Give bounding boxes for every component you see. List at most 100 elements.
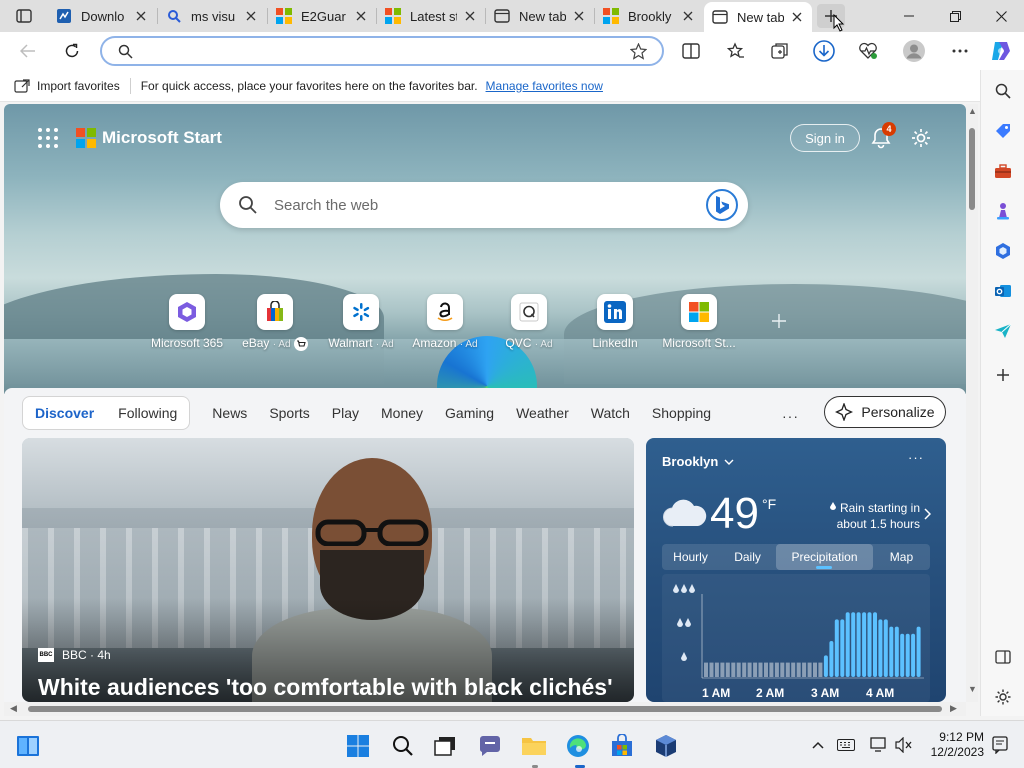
sidebar-add-button[interactable]	[992, 364, 1014, 386]
tab-following[interactable]: Following	[106, 396, 189, 430]
sidebar-microsoft365-button[interactable]	[992, 240, 1014, 262]
microsoft-store-taskbar-button[interactable]	[609, 733, 635, 759]
collections-button[interactable]	[766, 37, 794, 65]
add-quick-link-icon[interactable]	[770, 312, 788, 330]
tab-new-tab-1[interactable]: New tab	[486, 2, 594, 30]
quick-link-microsoft365[interactable]: Microsoft 365	[144, 294, 230, 350]
tab-downloads[interactable]: Downlo	[48, 2, 156, 30]
feed-more-button[interactable]: ···	[782, 408, 799, 424]
weather-more-button[interactable]: ···	[908, 450, 924, 465]
weather-tab-map[interactable]: Map	[873, 544, 930, 570]
brand-title[interactable]: Microsoft Start	[102, 128, 222, 148]
copilot-button[interactable]	[987, 37, 1015, 65]
bing-chat-button[interactable]	[706, 189, 738, 221]
close-tab-icon[interactable]	[463, 9, 477, 23]
close-tab-icon[interactable]	[134, 9, 148, 23]
edge-taskbar-button[interactable]	[565, 733, 591, 759]
volume-button[interactable]	[894, 735, 914, 755]
manage-favorites-link[interactable]: Manage favorites now	[486, 79, 603, 93]
web-search-input[interactable]	[274, 195, 674, 215]
gear-icon[interactable]	[910, 127, 932, 149]
tab-news[interactable]: News	[212, 405, 247, 421]
refresh-button[interactable]	[58, 37, 86, 65]
personalize-button[interactable]: Personalize	[824, 396, 946, 428]
favorites-button[interactable]	[722, 37, 750, 65]
story-headline[interactable]: White audiences 'too comfortable with bl…	[38, 674, 613, 701]
import-favorites-button[interactable]: Import favorites	[14, 79, 120, 93]
sidebar-tools-button[interactable]	[992, 160, 1014, 182]
web-search-box[interactable]	[220, 182, 748, 228]
show-hidden-icons-button[interactable]	[808, 735, 828, 755]
vertical-scrollbar[interactable]: ▲ ▼	[966, 104, 978, 702]
restore-button[interactable]	[932, 0, 978, 32]
close-tab-icon[interactable]	[354, 9, 368, 23]
tab-discover[interactable]: Discover	[23, 396, 106, 430]
tab-latest-stories[interactable]: Latest st	[377, 2, 485, 30]
sidebar-hide-button[interactable]	[992, 646, 1014, 668]
sidebar-settings-button[interactable]	[992, 686, 1014, 708]
sidebar-drop-button[interactable]	[992, 320, 1014, 342]
horizontal-scrollbar[interactable]: ◀ ▶	[4, 702, 966, 716]
weather-tab-daily[interactable]: Daily	[719, 544, 776, 570]
tab-sports[interactable]: Sports	[269, 405, 309, 421]
quick-link-ebay[interactable]: eBay · Ad	[232, 294, 318, 351]
keyboard-layout-button[interactable]	[836, 735, 856, 755]
close-tab-icon[interactable]	[790, 10, 804, 24]
address-bar[interactable]	[100, 36, 664, 66]
close-window-button[interactable]	[978, 0, 1024, 32]
tab-actions-button[interactable]	[8, 6, 40, 26]
sidebar-games-button[interactable]	[992, 200, 1014, 222]
favorite-star-icon[interactable]	[630, 43, 647, 60]
minimize-button[interactable]	[886, 0, 932, 32]
tab-weather[interactable]: Weather	[516, 405, 569, 421]
start-button[interactable]	[345, 733, 371, 759]
file-explorer-button[interactable]	[521, 733, 547, 759]
sidebar-shopping-button[interactable]	[992, 120, 1014, 142]
sign-in-button[interactable]: Sign in	[790, 124, 860, 152]
sidebar-outlook-button[interactable]	[992, 280, 1014, 302]
tab-brooklyn[interactable]: Brookly	[595, 2, 703, 30]
close-tab-icon[interactable]	[244, 9, 258, 23]
tab-money[interactable]: Money	[381, 405, 423, 421]
tab-shopping[interactable]: Shopping	[652, 405, 711, 421]
scroll-down-arrow-icon[interactable]: ▼	[968, 684, 977, 694]
weather-location-selector[interactable]: Brooklyn	[662, 454, 734, 469]
profile-button[interactable]	[900, 37, 928, 65]
close-tab-icon[interactable]	[681, 9, 695, 23]
close-tab-icon[interactable]	[572, 9, 586, 23]
settings-menu-button[interactable]	[946, 37, 974, 65]
top-story-card[interactable]: BBC BBC · 4h White audiences 'too comfor…	[22, 438, 634, 702]
scroll-right-arrow-icon[interactable]: ▶	[950, 703, 957, 714]
virtualbox-taskbar-button[interactable]	[653, 733, 679, 759]
weather-unit[interactable]: °F	[762, 496, 776, 512]
sidebar-search-button[interactable]	[992, 80, 1014, 102]
tab-gaming[interactable]: Gaming	[445, 405, 494, 421]
tab-play[interactable]: Play	[332, 405, 359, 421]
tab-new-tab-active[interactable]: New tab	[704, 2, 812, 32]
quick-link-qvc[interactable]: QVC · Ad	[486, 294, 572, 350]
scroll-left-arrow-icon[interactable]: ◀	[10, 703, 17, 714]
taskbar-clock[interactable]: 9:12 PM 12/2/2023	[918, 730, 984, 760]
notification-center-button[interactable]	[990, 735, 1010, 755]
scroll-up-arrow-icon[interactable]: ▲	[968, 106, 977, 116]
teams-chat-button[interactable]	[477, 733, 503, 759]
taskbar-search-button[interactable]	[390, 733, 416, 759]
chevron-right-icon[interactable]	[924, 508, 931, 520]
widgets-button[interactable]	[15, 733, 41, 759]
back-button[interactable]	[14, 37, 42, 65]
tab-watch[interactable]: Watch	[591, 405, 630, 421]
weather-card[interactable]: Brooklyn ··· 49 °F Rain starting in abou…	[646, 438, 946, 702]
network-status-button[interactable]	[869, 735, 889, 755]
horizontal-scroll-thumb[interactable]	[28, 706, 942, 712]
quick-link-amazon[interactable]: Amazon · Ad	[402, 294, 488, 350]
app-launcher-icon[interactable]	[38, 128, 58, 148]
weather-tab-hourly[interactable]: Hourly	[662, 544, 719, 570]
task-view-button[interactable]	[432, 733, 458, 759]
precipitation-alert[interactable]: Rain starting in about 1.5 hours	[814, 500, 920, 532]
tab-ms-visual-search[interactable]: ms visu	[158, 2, 266, 30]
quick-link-linkedin[interactable]: LinkedIn	[572, 294, 658, 350]
downloads-button[interactable]	[810, 37, 838, 65]
split-screen-button[interactable]	[677, 37, 705, 65]
quick-link-walmart[interactable]: Walmart · Ad	[318, 294, 404, 350]
vertical-scroll-thumb[interactable]	[969, 128, 975, 210]
